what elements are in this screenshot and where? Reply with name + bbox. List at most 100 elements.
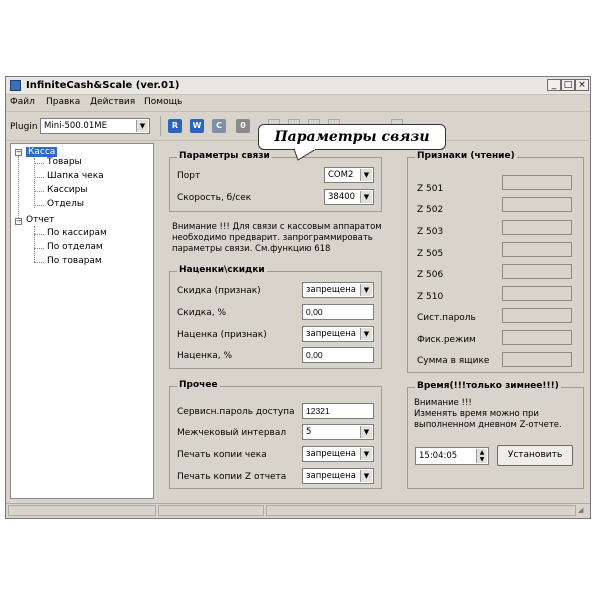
- tree-item-by-departments[interactable]: По отделам: [47, 242, 103, 252]
- tree-line: [34, 177, 44, 178]
- flags-group: Признаки (чтение) Z 501 Z 502 Z 503 Z 50…: [407, 151, 584, 373]
- discount-flag-value: запрещена: [306, 285, 356, 295]
- flag-label: Z 502: [417, 205, 444, 215]
- tree-item-departments[interactable]: Отделы: [47, 199, 84, 209]
- port-select[interactable]: COM2 ▼: [324, 167, 374, 183]
- speed-label: Скорость, б/сек: [177, 193, 252, 203]
- connection-params-group: Параметры связи Порт COM2 ▼ Скорость, б/…: [169, 151, 382, 212]
- tree-line: [34, 205, 44, 206]
- clear-button[interactable]: C: [212, 119, 226, 133]
- time-group: Время(!!!только зимнее!!!) Внимание !!! …: [407, 381, 584, 489]
- menu-actions[interactable]: Действия: [90, 97, 135, 107]
- receipt-interval-label: Межчековый интервал: [177, 428, 287, 438]
- resize-grip-icon[interactable]: ◢: [578, 506, 588, 516]
- flags-title: Признаки (чтение): [415, 151, 517, 161]
- print-z-copy-value: запрещена: [306, 471, 356, 481]
- tree-item-report[interactable]: Отчет: [26, 215, 54, 225]
- tree-item-cashiers[interactable]: Кассиры: [47, 185, 87, 195]
- tree-line: [34, 262, 44, 263]
- chevron-down-icon: ▼: [360, 191, 372, 203]
- tree-item-kassa[interactable]: Касса: [26, 147, 58, 157]
- navigation-tree: − Касса Товары Шапка чека Кассиры Отделы…: [10, 143, 154, 499]
- markup-flag-select[interactable]: запрещена ▼: [302, 326, 374, 342]
- tree-line: [34, 248, 44, 249]
- plugin-select[interactable]: Mini-500.01ME ▼: [40, 118, 150, 134]
- tree-line: [34, 163, 44, 164]
- status-cell: [158, 505, 264, 516]
- flag-label: Z 506: [417, 270, 444, 280]
- receipt-interval-value: 5: [306, 427, 312, 437]
- time-input[interactable]: 15:04:05 ▲ ▼: [415, 447, 489, 465]
- speed-select[interactable]: 38400 ▼: [324, 189, 374, 205]
- flag-value-field: [502, 330, 572, 345]
- read-button[interactable]: R: [168, 119, 182, 133]
- time-warning: Внимание !!! Изменять время можно при вы…: [414, 398, 562, 430]
- print-receipt-copy-label: Печать копии чека: [177, 450, 267, 460]
- menu-file[interactable]: Файл: [10, 97, 35, 107]
- markup-percent-input[interactable]: [302, 347, 374, 363]
- service-password-input[interactable]: [302, 403, 374, 419]
- flag-value-field: [502, 264, 572, 279]
- menu-edit[interactable]: Правка: [46, 97, 80, 107]
- chevron-down-icon: ▼: [360, 470, 372, 482]
- chevron-down-icon: ▼: [360, 169, 372, 181]
- tree-line: [34, 226, 35, 262]
- flag-label: Сумма в ящике: [417, 356, 490, 366]
- toolbar-separator: [160, 116, 161, 136]
- flag-value-field: [502, 352, 572, 367]
- flag-label: Фиск.режим: [417, 335, 476, 345]
- markups-title: Наценки\скидки: [177, 265, 267, 275]
- menu-bar: Файл Правка Действия Помощь: [6, 95, 590, 110]
- tree-item-receipt-header[interactable]: Шапка чека: [47, 171, 104, 181]
- chevron-down-icon: ▼: [360, 328, 372, 340]
- flag-value-field: [502, 197, 572, 212]
- other-group: Прочее Сервисн.пароль доступа Межчековый…: [169, 380, 382, 489]
- discount-percent-input[interactable]: [302, 304, 374, 320]
- time-title: Время(!!!только зимнее!!!): [415, 381, 561, 391]
- tree-line: [18, 156, 19, 218]
- window-title: InfiniteCash&Scale (ver.01): [26, 80, 180, 91]
- callout-pointer: [294, 149, 317, 161]
- maximize-button[interactable]: □: [561, 79, 575, 91]
- chevron-down-icon: ▼: [136, 120, 148, 132]
- spinner-icon[interactable]: ▲ ▼: [476, 449, 487, 463]
- tree-item-by-cashiers[interactable]: По кассирам: [47, 228, 107, 238]
- discount-flag-select[interactable]: запрещена ▼: [302, 282, 374, 298]
- flag-label: Z 503: [417, 227, 444, 237]
- status-cell: [8, 505, 156, 516]
- tree-line: [34, 191, 44, 192]
- chevron-down-icon: ▼: [360, 448, 372, 460]
- receipt-interval-select[interactable]: 5 ▼: [302, 424, 374, 440]
- chevron-down-icon: ▼: [360, 426, 372, 438]
- reset-button[interactable]: 0: [236, 119, 250, 133]
- menu-help[interactable]: Помощь: [144, 97, 182, 107]
- tree-line: [34, 158, 35, 208]
- close-button[interactable]: ×: [575, 79, 589, 91]
- connection-warning: Внимание !!! Для связи с кассовым аппара…: [172, 222, 382, 254]
- set-time-button[interactable]: Установить: [497, 445, 573, 466]
- print-receipt-copy-value: запрещена: [306, 449, 356, 459]
- status-bar: ◢: [6, 503, 590, 518]
- speed-value: 38400: [328, 192, 356, 202]
- flag-label: Z 510: [417, 292, 444, 302]
- print-z-copy-select[interactable]: запрещена ▼: [302, 468, 374, 484]
- tree-line: [34, 234, 44, 235]
- tree-item-by-goods[interactable]: По товарам: [47, 256, 102, 266]
- time-value: 15:04:05: [419, 451, 458, 461]
- flag-value-field: [502, 308, 572, 323]
- connection-params-title: Параметры связи: [177, 151, 272, 161]
- chevron-down-icon: ▼: [360, 284, 372, 296]
- print-receipt-copy-select[interactable]: запрещена ▼: [302, 446, 374, 462]
- plugin-value: Mini-500.01ME: [44, 121, 107, 131]
- status-cell: [266, 505, 576, 516]
- plugin-label: Plugin: [10, 122, 38, 132]
- flag-label: Z 501: [417, 184, 444, 194]
- markup-percent-label: Наценка, %: [177, 351, 233, 361]
- flag-value-field: [502, 286, 572, 301]
- title-bar[interactable]: InfiniteCash&Scale (ver.01) _ □ ×: [6, 77, 590, 95]
- tree-item-goods[interactable]: Товары: [47, 157, 82, 167]
- collapse-icon[interactable]: −: [15, 218, 22, 225]
- write-button[interactable]: W: [190, 119, 204, 133]
- collapse-icon[interactable]: −: [15, 149, 22, 156]
- minimize-button[interactable]: _: [547, 79, 561, 91]
